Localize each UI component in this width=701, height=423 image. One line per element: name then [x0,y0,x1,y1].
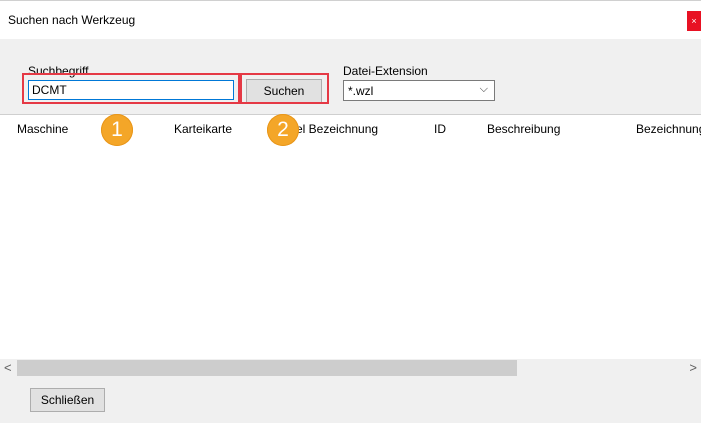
column-header-karteikarte[interactable]: Karteikarte [174,122,232,136]
extension-select[interactable]: *.wzl ⌵ [343,80,495,101]
horizontal-scrollbar[interactable]: < > [0,359,701,377]
title-bar: Suchen nach Werkzeug × [0,0,701,40]
step-marker-2: 2 [267,114,299,146]
close-window-button[interactable]: × [687,11,701,31]
column-header-bezeichnung[interactable]: el Bezeichnung [296,122,378,136]
results-table[interactable]: Maschine Karteikarte el Bezeichnung ID B… [0,114,701,379]
button-highlight [240,73,329,104]
column-header-id[interactable]: ID [434,122,446,136]
chevron-down-icon: ⌵ [479,83,488,95]
close-button[interactable]: Schließen [30,388,105,412]
scrollbar-thumb[interactable] [17,360,517,376]
column-header-maschine[interactable]: Maschine [17,122,68,136]
scroll-left-icon[interactable]: < [4,360,12,375]
window-title: Suchen nach Werkzeug [8,13,136,27]
close-icon: × [691,16,697,26]
step-marker-1: 1 [101,114,133,146]
extension-value: *.wzl [348,84,374,98]
footer-panel [0,377,701,423]
column-header-beschreibung[interactable]: Beschreibung [487,122,560,136]
extension-label: Datei-Extension [343,64,428,78]
scroll-right-icon[interactable]: > [689,360,697,375]
input-highlight [22,73,240,104]
column-header-bezeichnung-2[interactable]: Bezeichnung [636,122,701,136]
